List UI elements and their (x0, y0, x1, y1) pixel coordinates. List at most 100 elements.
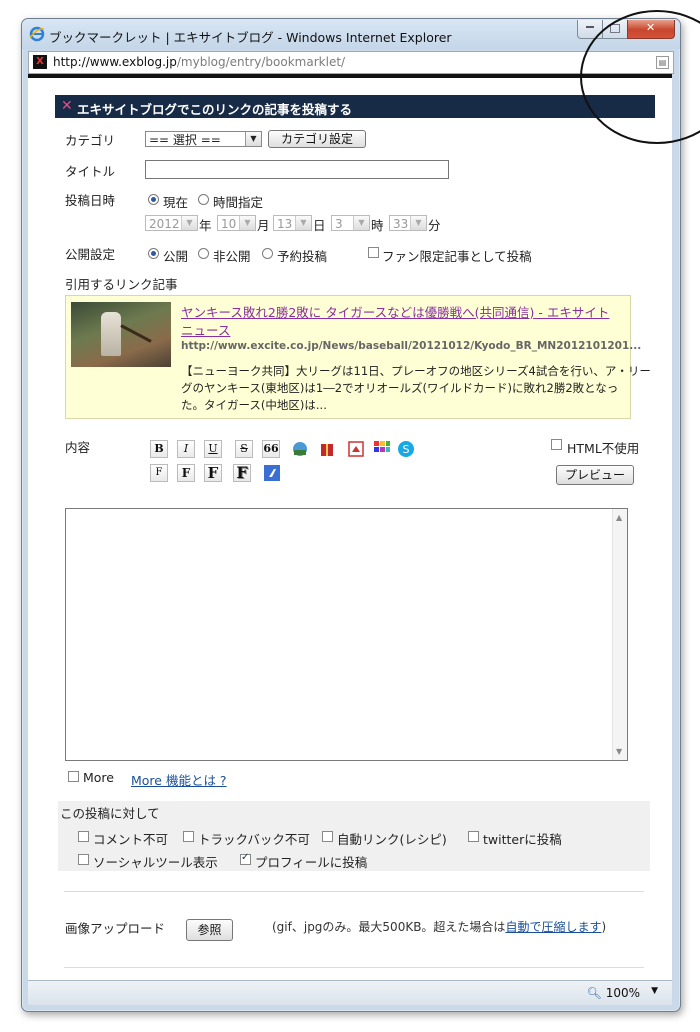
year-select[interactable]: 2012 ▼ (145, 215, 198, 231)
svg-text:S: S (403, 443, 410, 456)
zoom-level[interactable]: 🔍︎ 100% (587, 986, 640, 1000)
title-bar[interactable]: ブックマークレット | エキサイトブログ - Windows Internet … (22, 19, 680, 49)
underline-button[interactable]: U (204, 440, 222, 458)
category-settings-button[interactable]: カテゴリ設定 (268, 130, 366, 148)
hour-unit: 時 (371, 218, 384, 233)
internet-explorer-icon (29, 26, 45, 42)
quote-label: 引用するリンク記事 (65, 277, 178, 292)
divider (64, 967, 644, 968)
textarea-scrollbar[interactable]: ▲ ▼ (612, 509, 627, 760)
auto-link-label: 自動リンク(レシピ) (337, 832, 447, 847)
zoom-icon: 🔍︎ (586, 986, 602, 1000)
auto-compress-link[interactable]: 自動で圧縮します (505, 920, 601, 934)
font-size-medium-button[interactable]: F (177, 464, 195, 482)
social-tools-checkbox[interactable] (78, 854, 89, 865)
music-note-icon[interactable] (263, 464, 281, 482)
html-off-label: HTML不使用 (567, 441, 640, 456)
article-link-line2[interactable]: ニュース (181, 320, 230, 339)
address-url: http://www.exblog.jp/myblog/entry/bookma… (53, 55, 346, 69)
status-bar: 🔍︎ 100% ▼ (28, 980, 672, 1005)
italic-button[interactable]: I (177, 440, 195, 458)
no-comment-checkbox[interactable] (78, 831, 89, 842)
chevron-down-icon: ▼ (239, 216, 255, 230)
profile-post-label: プロフィールに投稿 (255, 855, 368, 870)
no-comment-label: コメント不可 (93, 832, 169, 847)
visibility-public-label: 公開 (163, 249, 189, 264)
strikethrough-button[interactable]: S (235, 440, 253, 458)
divider (64, 891, 644, 892)
article-text-line3: た。タイガース(中地区)は... (181, 398, 327, 412)
font-size-large-button[interactable]: F (204, 464, 222, 482)
post-date-label: 投稿日時 (65, 193, 116, 208)
month-select[interactable]: 10 ▼ (217, 215, 256, 231)
twitter-checkbox[interactable] (468, 831, 479, 842)
link-icon[interactable] (291, 440, 309, 458)
chevron-down-icon: ▼ (295, 216, 311, 230)
font-size-xlarge-button[interactable]: F (233, 464, 251, 482)
month-unit: 月 (257, 218, 270, 233)
content-textarea[interactable]: ▲ ▼ (65, 508, 628, 761)
address-bar[interactable]: X http://www.exblog.jp/myblog/entry/book… (28, 51, 674, 74)
content-label: 内容 (65, 440, 91, 455)
article-link-line1[interactable]: ヤンキース敗れ2勝2敗に タイガースなどは優勝戦へ(共同通信) - エキサイト (181, 302, 609, 321)
no-trackback-label: トラックバック不可 (198, 832, 310, 847)
chevron-down-icon: ▼ (245, 132, 261, 146)
visibility-label: 公開設定 (65, 247, 116, 262)
form-header-title: エキサイトブログでこのリンクの記事を投稿する (77, 102, 353, 117)
year-unit: 年 (199, 218, 212, 233)
upload-note: (gif、jpgのみ。最大500KB。超えた場合は自動で圧縮します) (272, 920, 607, 934)
visibility-private-label: 非公開 (213, 249, 251, 264)
visibility-public-radio[interactable] (148, 248, 159, 259)
gift-icon[interactable] (318, 440, 336, 458)
preview-button[interactable]: プレビュー (556, 465, 634, 485)
minute-select[interactable]: 33 ▼ (389, 215, 427, 231)
post-options-title: この投稿に対して (60, 806, 160, 821)
article-text-line1: 【ニューヨーク共同】大リーグは11日、プレーオフの地区シリーズ4試合を行い、ア・… (181, 364, 651, 378)
post-date-now-label: 現在 (163, 195, 189, 210)
html-off-checkbox[interactable] (551, 439, 562, 450)
title-label: タイトル (65, 164, 116, 179)
chevron-down-icon: ▼ (353, 216, 369, 230)
category-label: カテゴリ (65, 133, 116, 148)
color-palette-icon[interactable] (373, 440, 391, 458)
post-date-specify-radio[interactable] (198, 194, 209, 205)
post-date-now-radio[interactable] (148, 194, 159, 205)
twitter-label: twitterに投稿 (483, 832, 562, 847)
exblog-favicon-icon: X (33, 55, 47, 69)
bold-button[interactable]: B (150, 440, 168, 458)
title-input[interactable] (145, 160, 449, 179)
fan-only-checkbox[interactable] (368, 247, 379, 258)
post-date-specify-label: 時間指定 (213, 195, 264, 210)
quote-button[interactable]: 66 (262, 440, 280, 458)
browse-button[interactable]: 参照 (186, 919, 233, 941)
more-checkbox[interactable] (68, 771, 79, 782)
category-select[interactable]: == 選択 == ▼ (145, 131, 262, 147)
day-unit: 日 (313, 218, 326, 233)
article-thumbnail (71, 302, 171, 367)
zoom-dropdown-icon[interactable]: ▼ (651, 986, 658, 996)
image-upload-label: 画像アップロード (65, 921, 166, 936)
more-help-link[interactable]: More 機能とは ? (131, 770, 227, 789)
social-tools-label: ソーシャルツール表示 (93, 855, 218, 870)
scroll-down-icon[interactable]: ▼ (616, 747, 622, 756)
visibility-private-radio[interactable] (198, 248, 209, 259)
day-select[interactable]: 13 ▼ (273, 215, 312, 231)
article-url: http://www.excite.co.jp/News/baseball/20… (181, 340, 642, 352)
more-label: More (83, 770, 114, 785)
skype-icon[interactable]: S (397, 440, 415, 458)
quoted-article-box: ヤンキース敗れ2勝2敗に タイガースなどは優勝戦へ(共同通信) - エキサイト … (65, 295, 651, 419)
image-icon[interactable] (347, 440, 365, 458)
visibility-scheduled-radio[interactable] (262, 248, 273, 259)
scroll-up-icon[interactable]: ▲ (616, 513, 622, 522)
no-trackback-checkbox[interactable] (183, 831, 194, 842)
chevron-down-icon: ▼ (181, 216, 197, 230)
minute-unit: 分 (428, 218, 441, 233)
auto-link-checkbox[interactable] (322, 831, 333, 842)
font-size-small-button[interactable]: F (150, 464, 168, 482)
form-header: ✕ エキサイトブログでこのリンクの記事を投稿する (55, 95, 655, 118)
excite-x-icon: ✕ (61, 98, 73, 114)
article-text-line2: グのヤンキース(東地区)は1―2でオリオールズ(ワイルドカード)に敗れ2勝2敗と… (181, 381, 619, 395)
hour-select[interactable]: 3 ▼ (331, 215, 370, 231)
profile-post-checkbox[interactable] (240, 852, 251, 865)
visibility-scheduled-label: 予約投稿 (277, 249, 328, 264)
